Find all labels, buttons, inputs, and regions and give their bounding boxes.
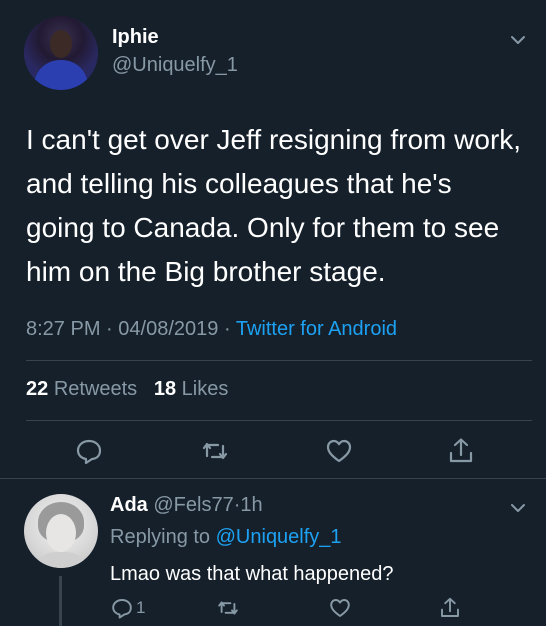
meta-separator: · bbox=[106, 318, 113, 340]
replying-handle-link[interactable]: @Uniquelfy_1 bbox=[216, 526, 342, 548]
reply-author-name[interactable]: Ada bbox=[110, 494, 148, 516]
avatar-face bbox=[46, 514, 76, 552]
likes-count: 18 bbox=[153, 378, 177, 400]
likes-stat[interactable]: 18 Likes bbox=[154, 378, 229, 400]
tweet-time: 8:27 PM bbox=[26, 318, 101, 340]
divider bbox=[26, 360, 532, 361]
thread-line bbox=[59, 576, 62, 626]
reply-count: 1 bbox=[136, 598, 146, 617]
divider bbox=[0, 478, 546, 479]
like-icon[interactable] bbox=[328, 596, 352, 620]
avatar-face bbox=[50, 30, 72, 58]
likes-label: Likes bbox=[181, 378, 229, 400]
reply-author-avatar[interactable] bbox=[24, 494, 98, 568]
tweet-meta: 8:27 PM · 04/08/2019 · Twitter for Andro… bbox=[26, 318, 397, 341]
reply-text: Lmao was that what happened? bbox=[110, 563, 394, 585]
replying-to: Replying to @Uniquelfy_1 bbox=[110, 526, 342, 549]
share-icon[interactable] bbox=[446, 436, 476, 466]
tweet-text: I can't get over Jeff resigning from wor… bbox=[26, 124, 522, 287]
meta-separator: · bbox=[223, 318, 231, 340]
retweet-icon[interactable] bbox=[216, 596, 240, 620]
tweet-date: 04/08/2019 bbox=[118, 318, 219, 340]
replying-label: Replying to bbox=[110, 526, 211, 548]
author-handle[interactable]: @Uniquelfy_1 bbox=[112, 54, 238, 77]
retweet-icon[interactable] bbox=[200, 436, 230, 466]
reply-icon[interactable] bbox=[74, 436, 104, 466]
reply-author-handle[interactable]: @Fels77 bbox=[153, 494, 233, 516]
tweet-stats: 22 Retweets 18 Likes bbox=[26, 378, 228, 401]
avatar-body bbox=[34, 60, 88, 90]
retweets-stat[interactable]: 22 Retweets bbox=[26, 378, 137, 400]
chevron-down-icon[interactable] bbox=[508, 30, 528, 50]
chevron-down-icon[interactable] bbox=[508, 498, 528, 518]
tweet-source-link[interactable]: Twitter for Android bbox=[236, 318, 397, 340]
reply-age: 1h bbox=[240, 494, 263, 516]
retweets-label: Retweets bbox=[53, 378, 138, 400]
author-name[interactable]: Iphie bbox=[112, 26, 159, 49]
like-icon[interactable] bbox=[324, 436, 354, 466]
divider bbox=[26, 420, 532, 421]
retweets-count: 22 bbox=[26, 378, 49, 400]
reply-header: Ada @Fels77·1h bbox=[110, 494, 263, 517]
reply-icon[interactable] bbox=[110, 596, 134, 620]
author-avatar[interactable] bbox=[24, 16, 98, 90]
share-icon[interactable] bbox=[438, 596, 462, 620]
avatar-shoulders bbox=[32, 552, 90, 568]
